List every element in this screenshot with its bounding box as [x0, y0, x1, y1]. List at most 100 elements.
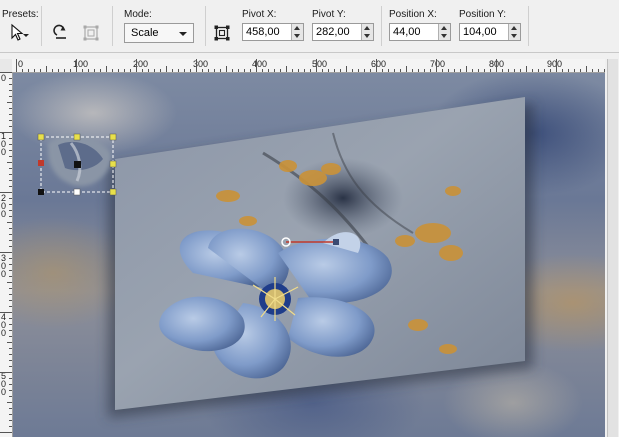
pivot-x-spinner[interactable]	[291, 24, 303, 40]
ruler-tick	[376, 59, 377, 72]
ruler-label: 1 0 0	[1, 131, 7, 157]
ruler-tick	[7, 342, 12, 343]
ruler-tick	[190, 69, 191, 72]
pivot-frame-button[interactable]	[211, 22, 233, 44]
ruler-tick	[286, 66, 287, 72]
ruler-tick	[556, 59, 557, 72]
transform-button[interactable]	[80, 22, 102, 44]
position-x-field[interactable]: 44,00	[389, 23, 451, 41]
ruler-tick	[268, 69, 269, 72]
ruler-label: 3 0 0	[1, 253, 7, 279]
pivot-y-field[interactable]: 282,00	[312, 23, 374, 41]
ruler-tick	[322, 69, 323, 72]
ruler-tick	[544, 69, 545, 72]
mode-label: Mode:	[124, 9, 152, 20]
center-handle[interactable]	[74, 161, 81, 168]
ruler-tick	[0, 132, 12, 133]
position-y-value: 104,00	[463, 26, 497, 38]
handle-bottom-right[interactable]	[109, 188, 117, 196]
ruler-tick	[9, 114, 12, 115]
mode-select[interactable]: Scale	[124, 23, 194, 43]
handle-mid-right[interactable]	[109, 160, 117, 168]
handle-top-mid[interactable]	[73, 133, 81, 141]
canvas-artwork	[37, 97, 533, 418]
ruler-tick	[9, 120, 12, 121]
preset-pointer-button[interactable]	[8, 22, 30, 44]
pivot-y-label: Pivot Y:	[312, 9, 346, 20]
pivot-y-spinner[interactable]	[361, 24, 373, 40]
ruler-tick	[340, 69, 341, 72]
position-x-spinner[interactable]	[438, 24, 450, 40]
ruler-tick	[0, 312, 12, 313]
ruler-tick	[9, 360, 12, 361]
position-y-spinner[interactable]	[508, 24, 520, 40]
ruler-tick	[9, 216, 12, 217]
ruler-tick	[454, 69, 455, 72]
ruler-tick	[9, 276, 12, 277]
tool-options-toolbar: Presets: Mode: Scale Pivot X: 458,00 Piv…	[0, 0, 619, 53]
ruler-label: 500	[312, 59, 328, 69]
vertical-scrollbar[interactable]	[605, 59, 619, 437]
ruler-tick	[514, 69, 515, 72]
ruler-tick	[9, 210, 12, 211]
ruler-tick	[316, 59, 317, 72]
ruler-tick	[502, 69, 503, 72]
ruler-tick	[9, 426, 12, 427]
ruler-tick	[7, 162, 12, 163]
ruler-tick	[406, 66, 407, 72]
ruler-tick	[532, 69, 533, 72]
ruler-tick	[574, 69, 575, 72]
handle-top-right[interactable]	[109, 133, 117, 141]
ruler-tick	[22, 69, 23, 72]
rotation-handle[interactable]	[333, 239, 339, 245]
ruler-tick	[58, 69, 59, 72]
ruler-tick	[580, 69, 581, 72]
reset-button[interactable]	[50, 22, 72, 44]
ruler-tick	[9, 174, 12, 175]
ruler-tick	[40, 69, 41, 72]
ruler-tick	[478, 69, 479, 72]
ruler-tick	[94, 69, 95, 72]
ruler-tick	[448, 69, 449, 72]
ruler-tick	[9, 396, 12, 397]
ruler-tick	[226, 66, 227, 72]
handle-bottom-left[interactable]	[38, 189, 44, 195]
ruler-tick	[9, 384, 12, 385]
ruler-tick	[364, 69, 365, 72]
ruler-tick	[568, 69, 569, 72]
ruler-tick	[76, 59, 77, 72]
ruler-tick	[0, 372, 12, 373]
ruler-tick	[9, 270, 12, 271]
ruler-tick	[9, 366, 12, 367]
ruler-tick	[7, 222, 12, 223]
ruler-tick	[9, 228, 12, 229]
pivot-x-field[interactable]: 458,00	[242, 23, 304, 41]
ruler-tick	[220, 69, 221, 72]
handle-mid-left[interactable]	[38, 160, 44, 166]
ruler-tick	[214, 69, 215, 72]
ruler-tick	[412, 69, 413, 72]
ruler-tick	[280, 69, 281, 72]
selected-layer-thumbnail[interactable]	[47, 134, 112, 187]
ruler-tick	[34, 69, 35, 72]
ruler-tick	[160, 69, 161, 72]
ruler-tick	[9, 204, 12, 205]
ruler-tick	[184, 69, 185, 72]
ruler-tick	[334, 69, 335, 72]
ruler-tick	[9, 420, 12, 421]
ruler-tick	[9, 144, 12, 145]
ruler-tick	[154, 69, 155, 72]
position-y-field[interactable]: 104,00	[459, 23, 521, 41]
ruler-tick	[70, 69, 71, 72]
handle-bottom-mid[interactable]	[73, 188, 81, 196]
ruler-tick	[9, 258, 12, 259]
ruler-label: 600	[371, 59, 387, 69]
ruler-tick	[0, 72, 12, 73]
vertical-ruler: 0 1 0 0 2 0 0 3 0 0 4 0 0 5 0 0	[0, 72, 13, 437]
ruler-tick	[526, 66, 527, 72]
ruler-label: 700	[430, 59, 446, 69]
handle-top-left[interactable]	[37, 133, 45, 141]
ruler-tick	[28, 69, 29, 72]
image-canvas[interactable]	[13, 73, 605, 437]
ruler-tick	[9, 234, 12, 235]
